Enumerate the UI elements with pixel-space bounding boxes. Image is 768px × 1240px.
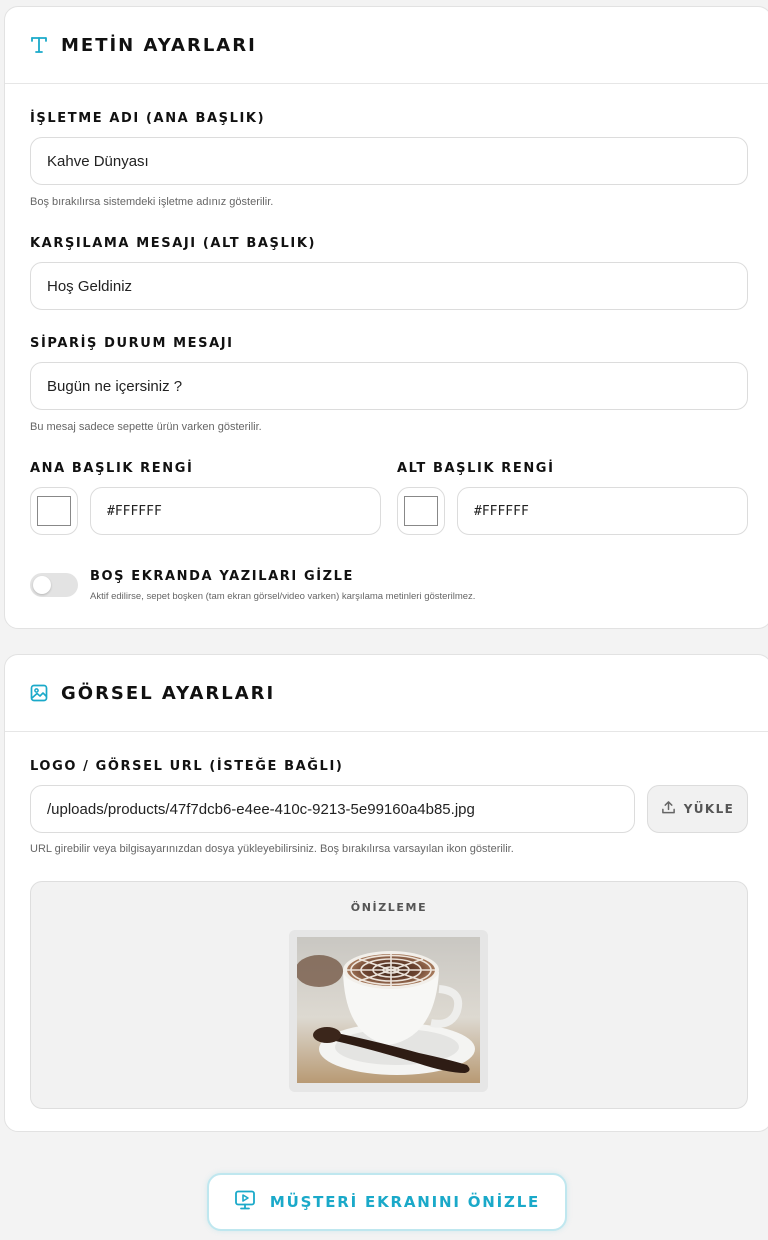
preview-image-frame [289, 930, 488, 1092]
order-status-label: SİPARİŞ DURUM MESAJI [30, 336, 234, 351]
hide-text-help: Aktif edilirse, sepet boşken (tam ekran … [90, 591, 476, 602]
image-settings-header: GÖRSEL AYARLARI [5, 655, 768, 732]
business-name-help: Boş bırakılırsa sistemdeki işletme adını… [30, 196, 274, 208]
text-settings-card: METİN AYARLARI İŞLETME ADI (ANA BAŞLIK) … [4, 6, 768, 629]
subtitle-color-label: ALT BAŞLIK RENGİ [397, 461, 555, 476]
image-preview-panel: ÖNİZLEME [30, 881, 748, 1109]
business-name-input[interactable]: Kahve Dünyası [30, 137, 748, 185]
logo-url-input[interactable]: /uploads/products/47f7dcb6-e4ee-410c-921… [30, 785, 635, 833]
title-color-picker[interactable] [30, 487, 78, 535]
text-icon [29, 35, 49, 55]
preview-label: ÖNİZLEME [350, 901, 428, 914]
text-settings-header: METİN AYARLARI [5, 7, 768, 84]
hide-text-toggle[interactable] [30, 573, 78, 597]
title-color-label: ANA BAŞLIK RENGİ [30, 461, 194, 476]
text-settings-title: METİN AYARLARI [61, 34, 257, 56]
preview-image [297, 937, 480, 1083]
welcome-message-label: KARŞILAMA MESAJI (ALT BAŞLIK) [30, 236, 317, 251]
logo-url-help: URL girebilir veya bilgisayarınızdan dos… [30, 843, 514, 855]
subtitle-color-picker[interactable] [397, 487, 445, 535]
monitor-play-icon [234, 1189, 256, 1216]
image-icon [29, 683, 49, 703]
order-status-help: Bu mesaj sadece sepette ürün varken göst… [30, 421, 262, 433]
logo-url-label: LOGO / GÖRSEL URL (İSTEĞE BAĞLI) [30, 759, 344, 774]
business-name-label: İŞLETME ADI (ANA BAŞLIK) [30, 111, 266, 126]
upload-button-label: YÜKLE [683, 802, 735, 816]
preview-customer-screen-button[interactable]: MÜŞTERİ EKRANINI ÖNİZLE [207, 1173, 567, 1231]
toggle-knob [33, 576, 51, 594]
upload-button[interactable]: YÜKLE [647, 785, 748, 833]
hide-text-label: BOŞ EKRANDA YAZILARI GİZLE [90, 569, 355, 584]
order-status-input[interactable]: Bugün ne içersiniz ? [30, 362, 748, 410]
preview-customer-screen-label: MÜŞTERİ EKRANINI ÖNİZLE [269, 1193, 541, 1211]
title-color-swatch [37, 496, 71, 526]
subtitle-color-swatch [404, 496, 438, 526]
welcome-message-input[interactable]: Hoş Geldiniz [30, 262, 748, 310]
image-settings-title: GÖRSEL AYARLARI [61, 682, 276, 704]
upload-icon [661, 800, 676, 818]
title-color-input[interactable]: #FFFFFF [90, 487, 381, 535]
subtitle-color-input[interactable]: #FFFFFF [457, 487, 748, 535]
image-settings-card: GÖRSEL AYARLARI LOGO / GÖRSEL URL (İSTEĞ… [4, 654, 768, 1132]
